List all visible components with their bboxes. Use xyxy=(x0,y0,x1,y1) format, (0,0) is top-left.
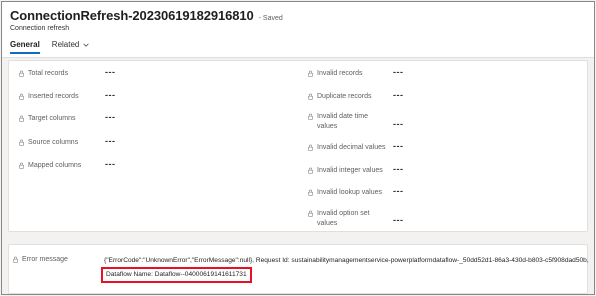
field-invalid-lookup-values: Invalid lookup values xyxy=(307,188,382,198)
field-invalid-decimal-values: Invalid decimal values xyxy=(307,143,385,153)
field-total-records: Total records xyxy=(18,69,68,79)
lock-icon xyxy=(19,162,24,169)
field-label: Invalid integer values xyxy=(317,167,383,174)
lock-icon xyxy=(19,115,24,122)
lock-icon xyxy=(308,167,313,174)
inserted-records-value: --- xyxy=(105,90,116,100)
field-mapped-columns: Mapped columns xyxy=(18,161,81,171)
target-columns-value: --- xyxy=(105,112,116,122)
tab-general-label: General xyxy=(10,40,40,49)
field-label: Invalid decimal values xyxy=(317,144,386,151)
lock-icon xyxy=(308,93,313,100)
field-label: Mapped columns xyxy=(28,162,82,169)
lock-icon xyxy=(13,256,18,263)
record-title: ConnectionRefresh-20230619182916810 xyxy=(10,8,254,23)
details-section xyxy=(8,60,588,232)
duplicate-records-value: --- xyxy=(393,90,404,100)
field-label: Total records xyxy=(28,70,69,77)
lock-icon xyxy=(308,70,313,77)
field-label: Duplicate records xyxy=(317,93,372,100)
lock-icon xyxy=(19,139,24,146)
tab-related-label: Related xyxy=(51,40,80,49)
label-line-2: values xyxy=(317,123,338,130)
saved-status: - Saved xyxy=(258,15,283,22)
field-label: Inserted records xyxy=(28,93,79,100)
invalid-records-value: --- xyxy=(393,67,404,77)
invalid-lookup-values-value: --- xyxy=(393,186,404,196)
chevron-down-icon xyxy=(83,42,90,47)
label-line-1: Invalid date time xyxy=(317,113,368,120)
field-invalid-integer-values: Invalid integer values xyxy=(307,166,383,176)
field-label: Invalid lookup values xyxy=(317,189,382,196)
field-error-message: Error message xyxy=(12,255,68,265)
error-message-line-1: {"ErrorCode":"UnknownError","ErrorMessag… xyxy=(104,257,589,264)
field-label: Invalid date time values xyxy=(317,112,368,132)
entity-type: Connection refresh xyxy=(10,25,70,32)
field-label: Source columns xyxy=(28,139,79,146)
invalid-integer-values-value: --- xyxy=(393,164,404,174)
field-invalid-date-time-values: Invalid date time values xyxy=(307,112,368,132)
field-inserted-records: Inserted records xyxy=(18,92,79,102)
title-row: ConnectionRefresh-20230619182916810 - Sa… xyxy=(10,8,283,23)
source-columns-value: --- xyxy=(105,136,116,146)
lock-icon xyxy=(308,189,313,196)
lock-icon xyxy=(19,93,24,100)
invalid-option-set-values-value: --- xyxy=(393,215,404,225)
field-label: Invalid option set values xyxy=(317,209,370,229)
field-label: Target columns xyxy=(28,115,76,122)
field-target-columns: Target columns xyxy=(18,114,75,124)
invalid-date-time-values-value: --- xyxy=(393,119,404,129)
lock-icon xyxy=(308,113,313,120)
lock-icon xyxy=(19,70,24,77)
form-header: ConnectionRefresh-20230619182916810 - Sa… xyxy=(2,2,594,58)
tab-related[interactable]: Related xyxy=(52,40,91,54)
label-line-2: values xyxy=(317,220,338,227)
record-form: ConnectionRefresh-20230619182916810 - Sa… xyxy=(1,1,595,295)
field-invalid-records: Invalid records xyxy=(307,69,363,79)
error-message-value: {"ErrorCode":"UnknownError","ErrorMessag… xyxy=(101,256,590,283)
highlighted-dataflow-name: Dataflow Name: Dataflow--040006191416117… xyxy=(101,267,252,283)
field-source-columns: Source columns xyxy=(18,138,78,148)
label-line-1: Invalid option set xyxy=(317,210,370,217)
tab-general[interactable]: General xyxy=(10,40,40,54)
mapped-columns-value: --- xyxy=(105,159,116,169)
lock-icon xyxy=(308,210,313,217)
field-invalid-option-set-values: Invalid option set values xyxy=(307,209,370,229)
invalid-decimal-values-value: --- xyxy=(393,141,404,151)
error-message-label: Error message xyxy=(22,256,68,263)
form-tabs: General Related xyxy=(10,40,90,54)
total-records-value: --- xyxy=(105,67,116,77)
field-label: Invalid records xyxy=(317,70,363,77)
lock-icon xyxy=(308,144,313,151)
field-duplicate-records: Duplicate records xyxy=(307,92,371,102)
